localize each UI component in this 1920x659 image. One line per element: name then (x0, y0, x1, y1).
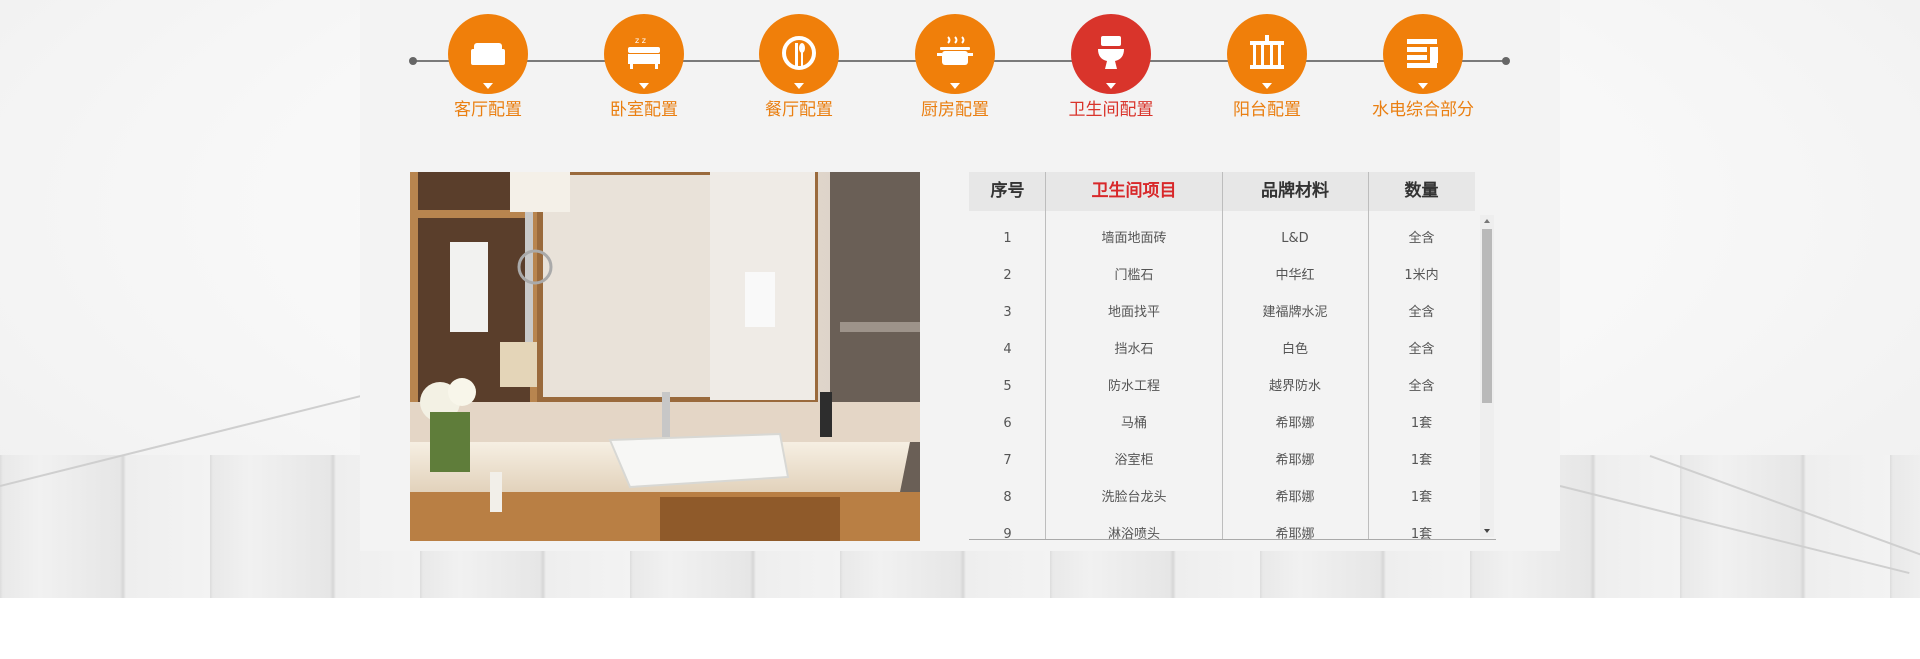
category-circle (1227, 14, 1307, 94)
cell-quantity: 1套 (1410, 490, 1433, 505)
cell-brand: 希耶娜 (1275, 453, 1315, 468)
cell-number: 3 (1003, 305, 1012, 320)
table-row: 8 洗脸台龙头 希耶娜 1套 (969, 479, 1475, 516)
bed-icon: z z (628, 36, 660, 69)
table-row: 6 马桶 希耶娜 1套 (969, 405, 1475, 442)
cell-number: 4 (1003, 342, 1012, 357)
table-row: 2 门槛石 中华红 1米内 (969, 257, 1475, 294)
category-circle-active (1071, 14, 1151, 94)
scroll-up-arrow-icon[interactable] (1484, 219, 1490, 223)
cell-quantity: 全含 (1408, 231, 1435, 246)
cooking-pot-icon (937, 36, 973, 65)
cell-brand: 希耶娜 (1275, 527, 1315, 541)
cell-brand: 建福牌水泥 (1262, 305, 1328, 320)
cell-quantity: 1套 (1410, 527, 1433, 541)
svg-text:z z: z z (635, 36, 646, 45)
caret-down-icon (483, 83, 493, 89)
cell-item: 墙面地面砖 (1101, 231, 1167, 246)
cell-quantity: 全含 (1408, 342, 1435, 357)
category-dining-room[interactable]: 餐厅配置 (729, 14, 869, 121)
category-label: 水电综合部分 (1372, 100, 1474, 120)
caret-down-icon (1418, 83, 1428, 89)
cell-brand: 希耶娜 (1275, 490, 1315, 505)
cell-number: 5 (1003, 379, 1012, 394)
cell-number: 2 (1003, 268, 1012, 283)
category-label: 厨房配置 (921, 100, 989, 120)
category-circle (1383, 14, 1463, 94)
bathroom-photo (410, 172, 920, 541)
category-label: 卧室配置 (610, 100, 678, 120)
timeline-start-dot (409, 57, 417, 65)
cell-brand: 中华红 (1275, 268, 1315, 283)
cell-brand: 希耶娜 (1275, 416, 1315, 431)
cell-item: 挡水石 (1114, 342, 1154, 357)
table-row: 9 淋浴喷头 希耶娜 1套 (969, 516, 1475, 541)
header-number: 序号 (990, 181, 1025, 201)
category-bedroom[interactable]: z z 卧室配置 (574, 14, 714, 121)
caret-down-icon (1106, 83, 1116, 89)
scrollbar-thumb[interactable] (1482, 229, 1492, 403)
plumbing-electric-icon (1407, 39, 1438, 68)
table-row: 3 地面找平 建福牌水泥 全含 (969, 294, 1475, 331)
cell-brand: 越界防水 (1268, 379, 1321, 394)
toilet-icon (1098, 36, 1124, 69)
dining-plate-icon (782, 36, 816, 70)
table-body: 1 墙面地面砖 L&D 全含 2 门槛石 中华红 1米内 3 地面找平 建福牌水… (969, 220, 1475, 541)
category-living-room[interactable]: 客厅配置 (418, 14, 558, 121)
cell-item: 防水工程 (1107, 379, 1160, 394)
cell-item: 马桶 (1120, 416, 1147, 431)
floor-board-edge (1649, 455, 1920, 560)
cell-item: 浴室柜 (1114, 453, 1154, 468)
header-item: 卫生间项目 (1091, 181, 1177, 201)
cell-quantity: 1套 (1410, 453, 1433, 468)
cell-number: 9 (1003, 527, 1012, 541)
cell-brand: L&D (1281, 231, 1309, 246)
cell-number: 6 (1003, 416, 1012, 431)
category-label: 阳台配置 (1233, 100, 1301, 120)
cell-quantity: 全含 (1408, 379, 1435, 394)
caret-down-icon (950, 83, 960, 89)
table-bottom-border (969, 539, 1496, 540)
caret-down-icon (794, 83, 804, 89)
cell-item: 门槛石 (1114, 268, 1154, 283)
category-circle (448, 14, 528, 94)
cell-item: 洗脸台龙头 (1101, 490, 1167, 505)
bathroom-items-table: 序号 卫生间项目 品牌材料 数量 1 墙面地面砖 L&D 全含 2 门槛石 中华… (969, 172, 1496, 541)
table-row: 7 浴室柜 希耶娜 1套 (969, 442, 1475, 479)
cell-quantity: 1米内 (1404, 268, 1439, 283)
timeline-end-dot (1502, 57, 1510, 65)
cell-item: 淋浴喷头 (1107, 527, 1160, 541)
category-plumbing-electric[interactable]: 水电综合部分 (1353, 14, 1493, 121)
cell-brand: 白色 (1281, 342, 1308, 357)
category-label: 客厅配置 (454, 100, 522, 120)
cell-number: 7 (1003, 453, 1012, 468)
header-brand: 品牌材料 (1261, 181, 1329, 201)
cell-item: 地面找平 (1107, 305, 1160, 320)
table-row: 4 挡水石 白色 全含 (969, 331, 1475, 368)
cell-number: 1 (1003, 231, 1012, 246)
cell-quantity: 全含 (1408, 305, 1435, 320)
sofa-icon (471, 43, 505, 65)
cell-quantity: 1套 (1410, 416, 1433, 431)
scroll-down-arrow-icon[interactable] (1484, 529, 1490, 533)
category-label: 卫生间配置 (1068, 100, 1154, 120)
category-circle (759, 14, 839, 94)
category-circle: z z (604, 14, 684, 94)
table-scrollbar[interactable] (1480, 215, 1494, 537)
balcony-railing-icon (1250, 35, 1284, 69)
category-bathroom[interactable]: 卫生间配置 (1041, 14, 1181, 121)
bathroom-photo-image (410, 172, 920, 541)
caret-down-icon (1262, 83, 1272, 89)
category-balcony[interactable]: 阳台配置 (1197, 14, 1337, 121)
category-circle (915, 14, 995, 94)
category-kitchen[interactable]: 厨房配置 (885, 14, 1025, 121)
category-label: 餐厅配置 (765, 100, 833, 120)
table-row: 1 墙面地面砖 L&D 全含 (969, 220, 1475, 257)
table-row: 5 防水工程 越界防水 全含 (969, 368, 1475, 405)
header-quantity: 数量 (1404, 181, 1439, 201)
caret-down-icon (639, 83, 649, 89)
cell-number: 8 (1003, 490, 1012, 505)
